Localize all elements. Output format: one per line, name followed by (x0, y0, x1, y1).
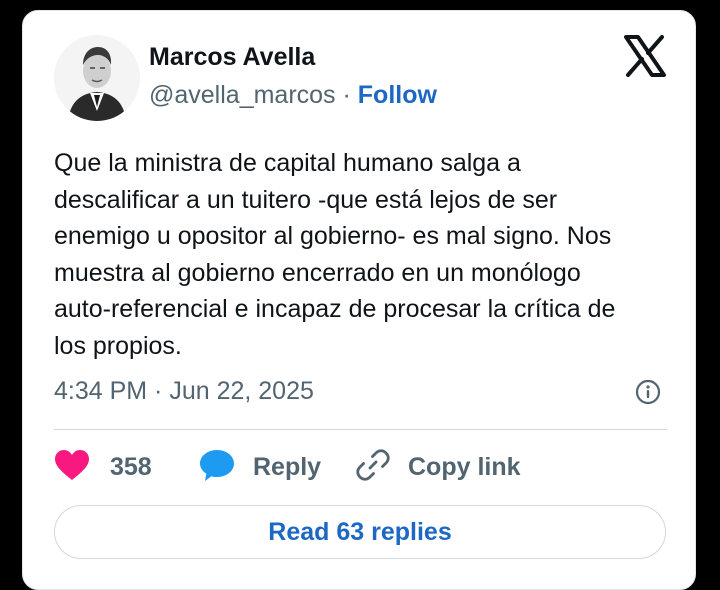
info-icon[interactable] (635, 379, 661, 405)
heart-icon (54, 449, 90, 486)
read-replies-button[interactable]: Read 63 replies (54, 505, 666, 559)
reply-label: Reply (253, 452, 322, 481)
author-line: @avella_marcos · Follow (149, 81, 437, 110)
author-handle[interactable]: @avella_marcos (149, 81, 336, 109)
x-logo-icon[interactable] (624, 35, 666, 77)
copy-link-button[interactable]: Copy link (356, 448, 521, 487)
timestamp[interactable]: 4:34 PM · Jun 22, 2025 (54, 377, 314, 406)
tweet-text-line: auto-referencial e incapaz de procesar l… (54, 295, 616, 323)
reply-button[interactable]: Reply (199, 449, 321, 485)
tweet-text-line: enemigo u opositor al gobierno- es mal s… (54, 222, 612, 250)
tweet-text-line: los propios. (54, 331, 182, 360)
speech-bubble-icon (199, 448, 235, 487)
tweet-text: Que la ministra de capital humano salga … (54, 145, 674, 364)
tweet-text-line: descalificar a un tuitero -que está lejo… (54, 185, 558, 214)
follow-button[interactable]: Follow (358, 81, 437, 109)
author-name[interactable]: Marcos Avella (149, 43, 315, 72)
divider (54, 429, 667, 430)
tweet-text-line: muestra al gobierno encerrado en un monó… (54, 258, 581, 287)
handle-separator: · (335, 81, 358, 109)
link-icon (356, 448, 390, 487)
like-count: 358 (110, 452, 152, 481)
copy-link-label: Copy link (408, 452, 521, 481)
like-button[interactable]: 358 (54, 449, 152, 485)
tweet-card: Marcos Avella @avella_marcos · Follow Qu… (22, 10, 696, 590)
avatar[interactable] (54, 35, 140, 121)
tweet-text-line: Que la ministra de capital humano salga … (54, 149, 521, 177)
